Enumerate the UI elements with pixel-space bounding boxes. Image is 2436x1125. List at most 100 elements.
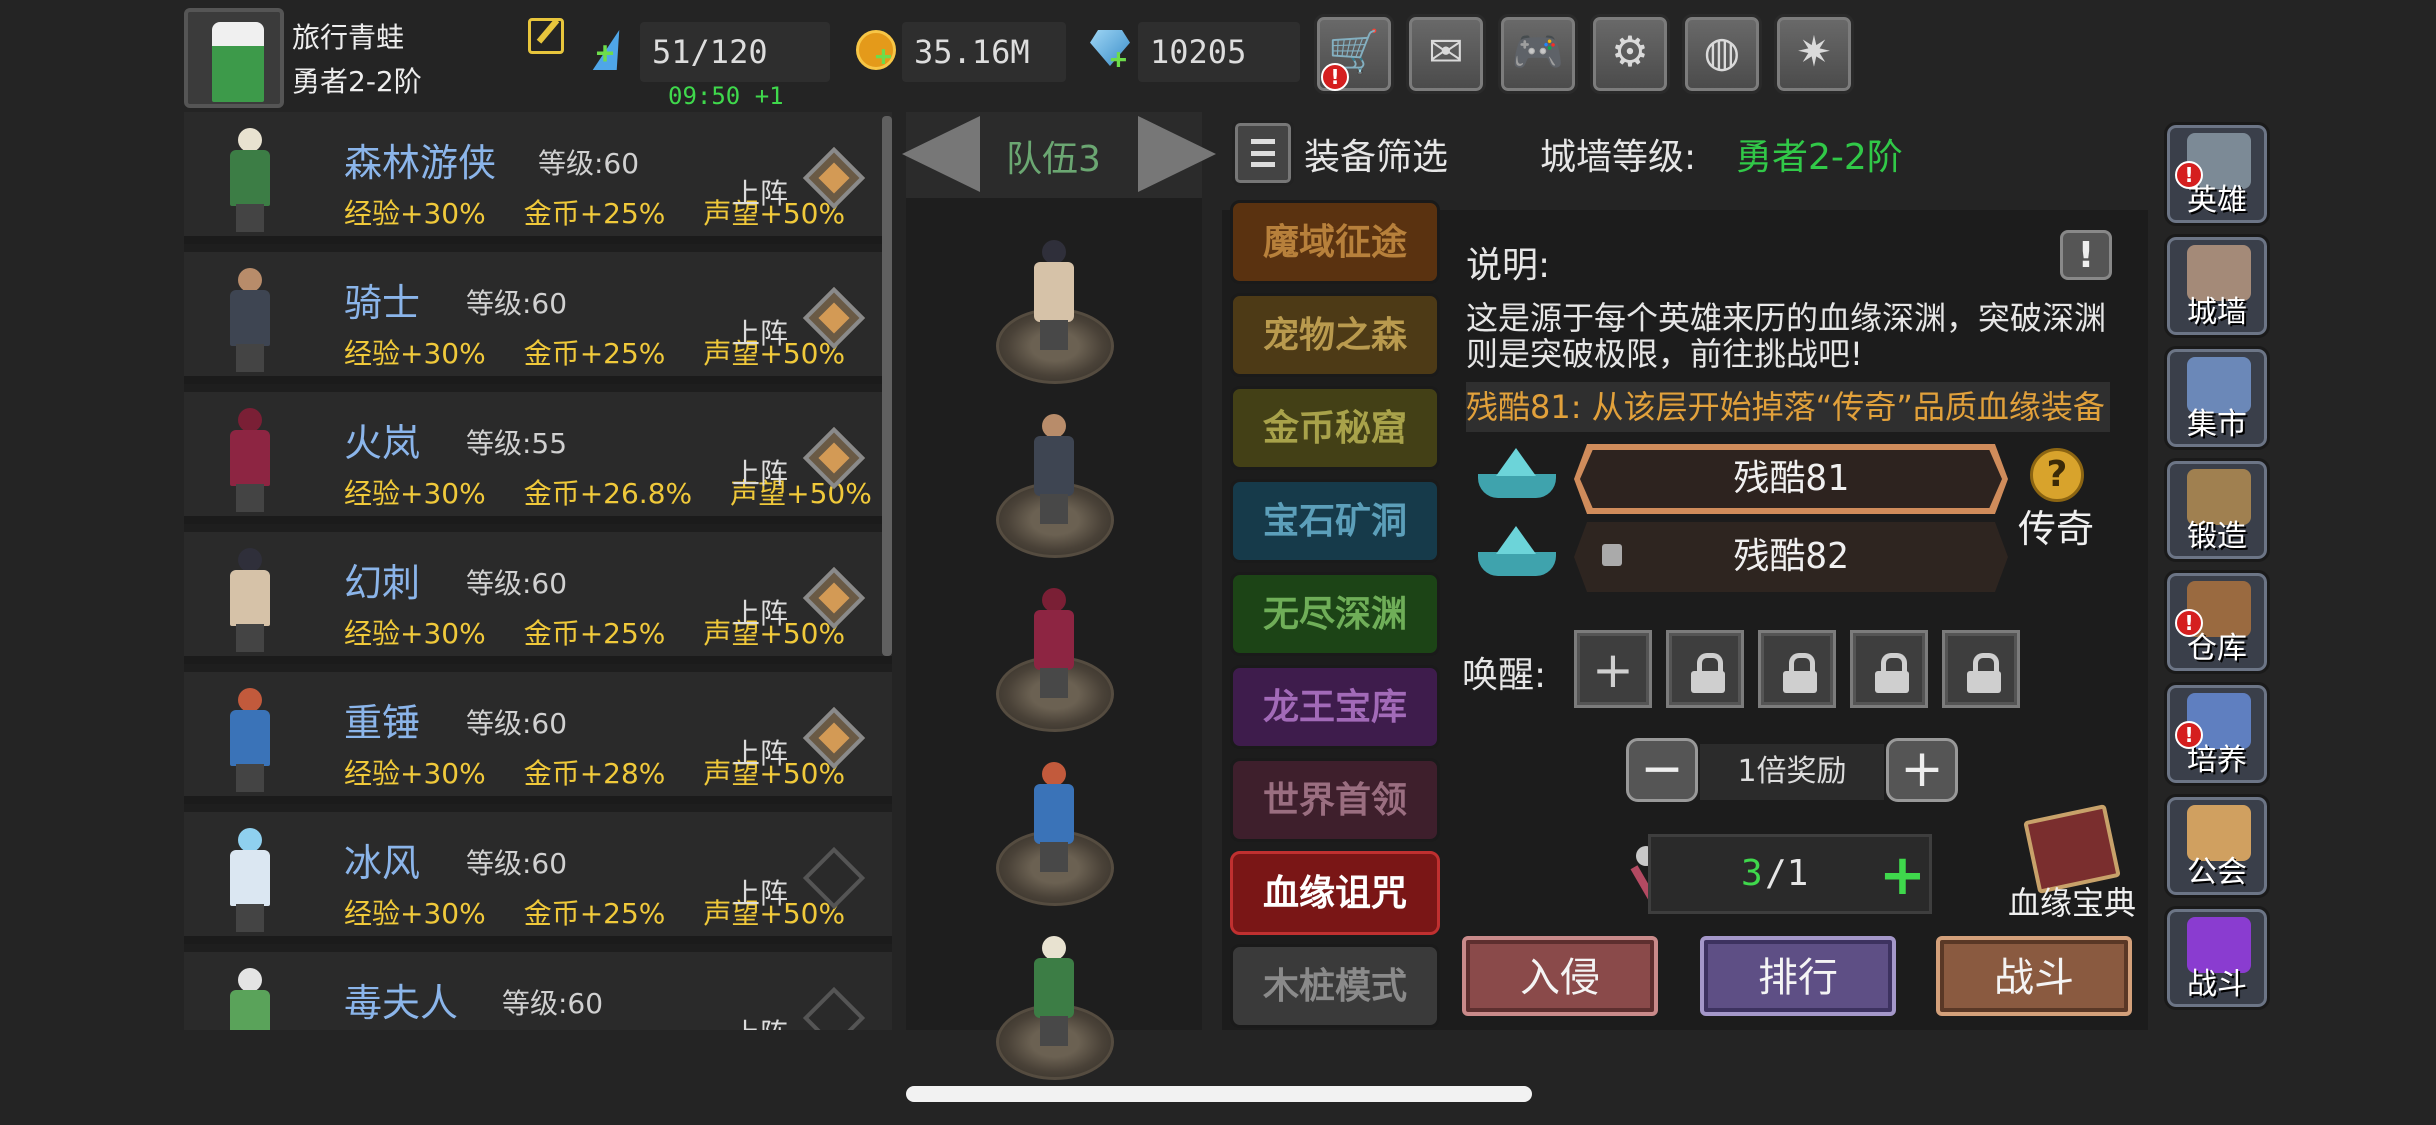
side-nav-button[interactable]: 城墙 <box>2164 234 2270 338</box>
mode-button[interactable]: 木桩模式 <box>1230 944 1440 1028</box>
energy-value: 51/120 <box>640 22 830 82</box>
energy-add-icon[interactable] <box>592 30 632 71</box>
hero-bonuses: 经验+30% 金币+26.8% 声望+50% <box>344 472 892 512</box>
deploy-label: 上阵 <box>732 1012 788 1030</box>
hero-exp-bonus: 经验+30% <box>344 897 486 930</box>
difficulty-82-button[interactable]: 残酷82 <box>1574 522 2008 592</box>
hero-row[interactable]: 火岚 等级:55 经验+30% 金币+26.8% 声望+50% 上阵 <box>184 392 892 524</box>
hero-row[interactable]: 森林游侠 等级:60 经验+30% 金币+25% 声望+50% 上阵 <box>184 112 892 244</box>
fireworks-icon: ✷ <box>1796 27 1832 76</box>
hero-sprite <box>212 964 288 1030</box>
equipment-filter-button[interactable] <box>1232 120 1294 186</box>
team-hero-sprite[interactable] <box>1024 588 1084 698</box>
hero-level: 等级:60 <box>502 987 604 1020</box>
difficulty-81-button[interactable]: 残酷81 <box>1574 444 2008 514</box>
mail-button[interactable]: ✉ <box>1406 14 1486 94</box>
hero-bonuses: 经验+30% 金币+25% 声望+50% <box>344 192 883 232</box>
team-hero-sprite[interactable] <box>1024 414 1084 524</box>
help-icon[interactable]: ? <box>2030 448 2084 502</box>
mode-button[interactable]: 血缘诅咒 <box>1230 851 1440 935</box>
lock-icon <box>1783 653 1817 693</box>
hero-name: 森林游侠 <box>344 141 497 185</box>
hero-gold-bonus: 金币+25% <box>523 337 666 370</box>
reward-increase-button[interactable]: + <box>1886 738 1958 802</box>
deploy-toggle[interactable] <box>802 986 866 1030</box>
hero-row[interactable]: 骑士 等级:60 经验+30% 金币+25% 声望+50% 上阵 <box>184 252 892 384</box>
energy-timer: 09:50 +1 <box>668 82 784 110</box>
deploy-label: 上阵 <box>732 737 789 770</box>
edit-name-icon[interactable] <box>528 18 564 54</box>
awaken-locked-slot[interactable] <box>1758 630 1836 708</box>
awaken-label: 唤醒: <box>1462 655 1547 696</box>
deploy-label: 上阵 <box>732 597 789 630</box>
mode-button[interactable]: 宝石矿洞 <box>1230 479 1440 563</box>
home-indicator[interactable] <box>906 1086 1532 1102</box>
lock-icon <box>1967 653 2001 693</box>
mode-button[interactable]: 无尽深渊 <box>1230 572 1440 656</box>
reward-decrease-button[interactable]: − <box>1626 738 1698 802</box>
player-avatar[interactable] <box>184 8 284 108</box>
bloodline-book-label[interactable]: 血缘宝典 <box>2008 878 2136 924</box>
hero-row[interactable]: 重锤 等级:60 经验+30% 金币+28% 声望+50% 上阵 <box>184 672 892 804</box>
side-nav-button[interactable]: 英雄! <box>2164 122 2270 226</box>
gamepad-button[interactable]: 🎮 <box>1498 14 1578 94</box>
side-nav-button[interactable]: 战斗 <box>2164 906 2270 1010</box>
hero-gold-bonus: 金币+25% <box>523 617 666 650</box>
mode-button[interactable]: 金币秘窟 <box>1230 386 1440 470</box>
side-nav-button[interactable]: 锻造 <box>2164 458 2270 562</box>
mode-button[interactable]: 宠物之森 <box>1230 293 1440 377</box>
gem-value: 10205 <box>1138 22 1300 82</box>
hero-exp-bonus: 经验+30% <box>344 197 486 230</box>
awaken-locked-slot[interactable] <box>1942 630 2020 708</box>
team-hero-sprite[interactable] <box>1024 762 1084 872</box>
side-nav-button[interactable]: 培养! <box>2164 682 2270 786</box>
lock-icon <box>1691 653 1725 693</box>
color-wheel-button[interactable]: ◍ <box>1682 14 1762 94</box>
player-rank: 勇者2-2阶 <box>292 65 422 98</box>
side-nav-label: 战斗 <box>2187 967 2247 1002</box>
side-nav-button[interactable]: 仓库! <box>2164 570 2270 674</box>
fireworks-button[interactable]: ✷ <box>1774 14 1854 94</box>
mode-button[interactable]: 世界首领 <box>1230 758 1440 842</box>
gamepad-icon: 🎮 <box>1511 27 1565 76</box>
mode-button[interactable]: 魔域征途 <box>1230 200 1440 284</box>
hero-gold-bonus: 金币+28% <box>523 757 666 790</box>
team-hero-sprite[interactable] <box>1024 240 1084 350</box>
wall-level-value: 勇者2-2阶 <box>1736 137 1903 178</box>
awaken-locked-slot[interactable] <box>1666 630 1744 708</box>
invade-button[interactable]: 入侵 <box>1462 936 1658 1016</box>
hero-list[interactable]: 森林游侠 等级:60 经验+30% 金币+25% 声望+50% 上阵 骑士 等级:60 经验+3… <box>184 112 892 1030</box>
alert-badge: ! <box>2175 161 2203 189</box>
hero-list-scrollbar[interactable] <box>882 116 892 656</box>
info-icon[interactable] <box>2060 230 2112 280</box>
description-title: 说明: <box>1466 245 1551 286</box>
gem-add-icon[interactable]: + <box>1110 42 1127 75</box>
deploy-label: 上阵 <box>732 317 789 350</box>
hero-gold-bonus: 金币+26.8% <box>523 477 693 510</box>
alert-badge: ! <box>2175 609 2203 637</box>
hero-exp-bonus: 经验+30% <box>344 337 486 370</box>
battle-button[interactable]: 战斗 <box>1936 936 2132 1016</box>
counter-current: 3 <box>1741 853 1763 894</box>
gold-add-icon[interactable] <box>856 30 896 72</box>
hero-row[interactable]: 冰风 等级:60 经验+30% 金币+25% 声望+50% 上阵 <box>184 812 892 944</box>
ranking-button[interactable]: 排行 <box>1700 936 1896 1016</box>
equipment-filter-label[interactable]: 装备筛选 <box>1304 128 1448 180</box>
hero-row[interactable]: 毒夫人 等级:60 上阵 <box>184 952 892 1030</box>
hero-sprite <box>212 124 288 234</box>
hero-row[interactable]: 幻刺 等级:60 经验+30% 金币+25% 声望+50% 上阵 <box>184 532 892 664</box>
wall-level-label: 城墙等级: <box>1540 137 1697 178</box>
mode-button[interactable]: 龙王宝库 <box>1230 665 1440 749</box>
attempt-counter: 3 /1 + <box>1648 834 1932 914</box>
awaken-add-slot[interactable]: + <box>1574 630 1652 708</box>
drop-highlight: 残酷81: 从该层开始掉落“传奇”品质血缘装备 <box>1466 382 2110 432</box>
side-nav-button[interactable]: 集市 <box>2164 346 2270 450</box>
settings-button[interactable]: ⚙ <box>1590 14 1670 94</box>
side-nav-button[interactable]: 公会 <box>2164 794 2270 898</box>
side-nav-label: 公会 <box>2187 855 2247 890</box>
shop-cart-button[interactable]: 🛒! <box>1314 14 1394 94</box>
awaken-locked-slot[interactable] <box>1850 630 1928 708</box>
add-attempts-icon[interactable]: + <box>1879 843 1926 908</box>
reward-multiplier: 1倍奖励 <box>1700 744 1884 800</box>
team-hero-sprite[interactable] <box>1024 936 1084 1046</box>
